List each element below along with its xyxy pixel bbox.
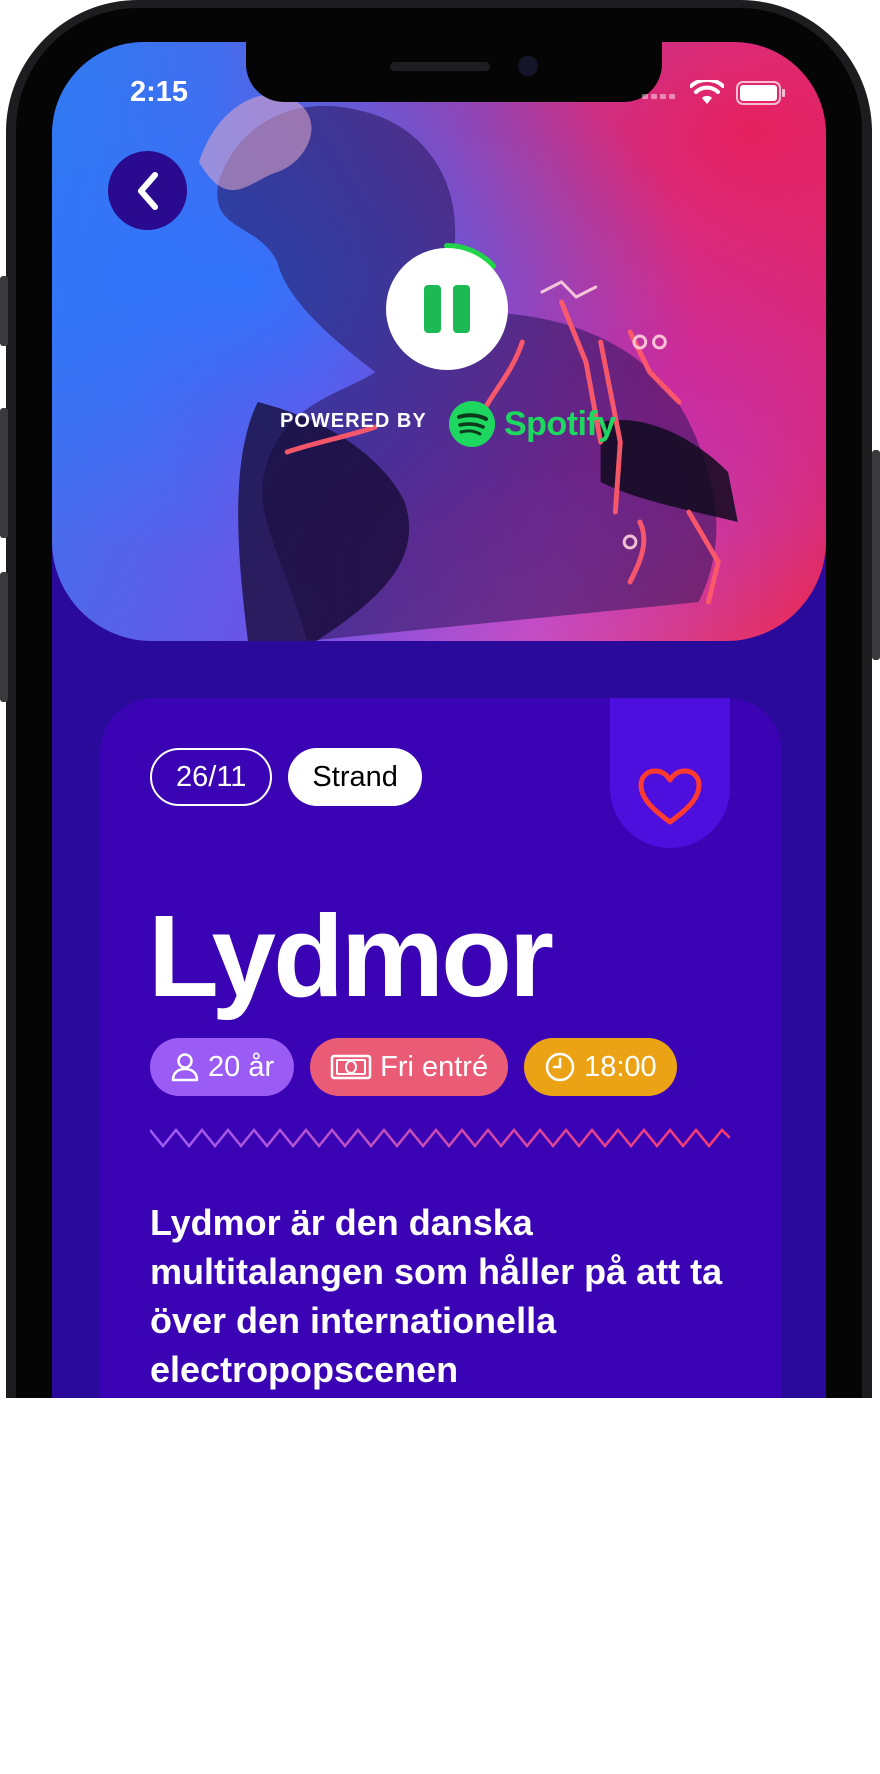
- app-screen: 2:15 POWERED BY Spotify 26/11 Strand Lyd…: [52, 42, 826, 1398]
- decorative-zigzag-divider: [150, 1128, 730, 1148]
- spotify-wordmark: Spotify: [504, 404, 616, 443]
- back-button[interactable]: [108, 151, 187, 230]
- cash-icon: [330, 1054, 372, 1080]
- venue-chip: Strand: [288, 748, 422, 806]
- mute-switch: [0, 276, 8, 346]
- pause-button[interactable]: [386, 248, 508, 370]
- signal-icon: [642, 94, 675, 99]
- event-card: 26/11 Strand Lydmor 20 år Fri entré 18:0…: [100, 698, 782, 1398]
- start-time-tag: 18:00: [524, 1038, 677, 1096]
- device-camera: [518, 56, 538, 76]
- age-limit-tag: 20 år: [150, 1038, 295, 1096]
- favorite-button[interactable]: [610, 698, 730, 848]
- volume-up-button: [0, 408, 8, 538]
- phone-bezel: 2:15 POWERED BY Spotify 26/11 Strand Lyd…: [16, 8, 862, 1398]
- device-notch: [246, 42, 662, 102]
- event-info-tags: 20 år Fri entré 18:00: [150, 1038, 677, 1096]
- event-description: Lydmor är den danska multitalangen som h…: [150, 1202, 723, 1390]
- volume-down-button: [0, 572, 8, 702]
- device-speaker: [390, 62, 490, 71]
- powered-by-label: POWERED BY: [280, 410, 427, 432]
- power-button: [872, 450, 880, 660]
- date-chip: 26/11: [150, 748, 273, 806]
- heart-icon: [638, 768, 702, 825]
- spotify-logo-icon: [449, 401, 495, 447]
- spotify-brand: Spotify: [448, 400, 616, 448]
- battery-icon: [736, 81, 785, 105]
- status-time: 2:15: [130, 76, 189, 108]
- preview-player: [380, 242, 514, 376]
- price-tag: Fri entré: [310, 1038, 509, 1096]
- event-chips: 26/11 Strand: [150, 748, 422, 806]
- start-time-text: 18:00: [584, 1050, 657, 1083]
- pause-icon: [424, 285, 470, 333]
- artist-name: Lydmor: [148, 891, 554, 1021]
- phone-frame: 2:15 POWERED BY Spotify 26/11 Strand Lyd…: [6, 0, 872, 1398]
- age-limit-text: 20 år: [208, 1050, 275, 1083]
- wifi-icon: [690, 80, 724, 104]
- person-icon: [171, 1053, 199, 1082]
- price-text: Fri entré: [380, 1050, 489, 1083]
- status-indicators: [642, 80, 786, 106]
- clock-icon: [545, 1052, 575, 1082]
- back-chevron-icon: [137, 171, 158, 210]
